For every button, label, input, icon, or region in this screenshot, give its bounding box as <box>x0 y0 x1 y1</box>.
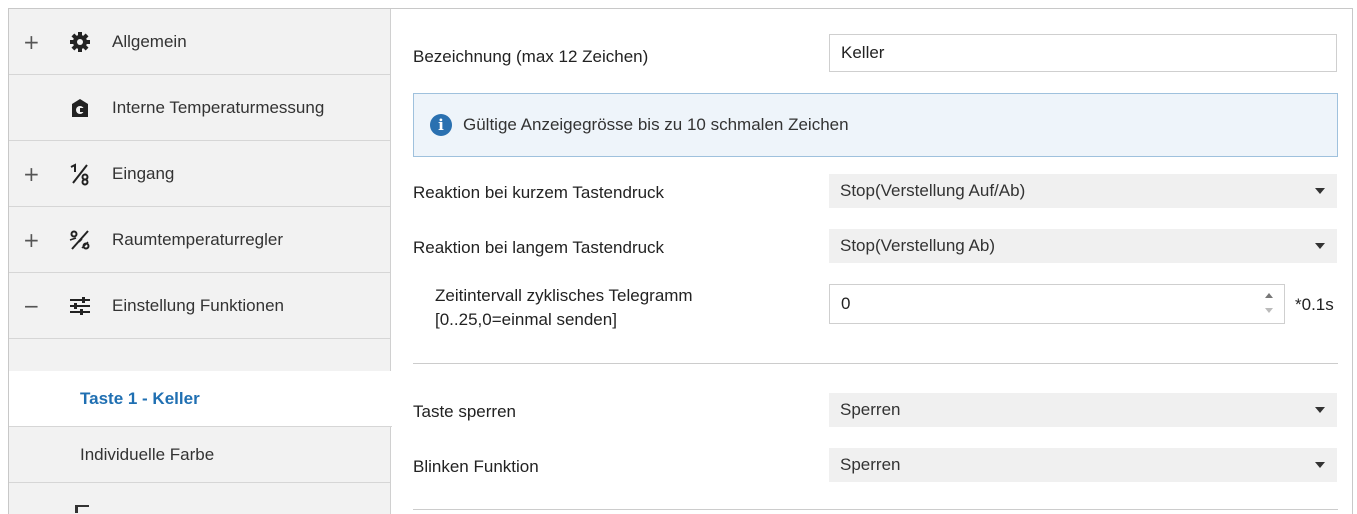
divider <box>413 363 1338 364</box>
sidebar-item-interne-temperaturmessung[interactable]: Interne Temperaturmessung <box>9 75 390 141</box>
input-percent-icon <box>67 161 93 187</box>
collapse-icon[interactable]: − <box>23 296 40 316</box>
sidebar-item-eingang[interactable]: + Eingang <box>9 141 390 207</box>
sidebar-subitem-taste-1-keller[interactable]: Taste 1 - Keller <box>9 371 392 427</box>
sidebar: + Allgemein Interne Temperaturmessung + … <box>9 9 392 514</box>
blink-value: Sperren <box>840 455 901 474</box>
chevron-down-icon <box>1315 407 1325 413</box>
short-press-value: Stop(Verstellung Auf/Ab) <box>840 181 1026 200</box>
arrow-down-icon[interactable] <box>1265 308 1273 313</box>
interval-label: Zeitintervall zyklisches Telegramm [0..2… <box>435 284 815 332</box>
sidebar-item-label: Eingang <box>112 163 175 183</box>
sidebar-item-label: Einstellung Funktionen <box>112 295 285 315</box>
expand-icon[interactable]: + <box>23 164 40 184</box>
sidebar-item-label: Interne Temperaturmessung <box>112 97 325 117</box>
folder-icon <box>75 505 89 513</box>
interval-stepper[interactable]: 0 <box>829 284 1285 324</box>
info-text: Gültige Anzeigegrösse bis zu 10 schmalen… <box>463 115 849 134</box>
sidebar-item-partial[interactable] <box>9 485 390 514</box>
interval-label-line1: Zeitintervall zyklisches Telegramm <box>435 286 693 305</box>
blink-select[interactable]: Sperren <box>829 448 1337 482</box>
interval-label-line2: [0..25,0=einmal senden] <box>435 310 617 329</box>
thermometer-box-icon <box>67 95 93 121</box>
sidebar-subitem-label: Taste 1 - Keller <box>80 388 200 408</box>
parameter-panel: Bezeichnung (max 12 Zeichen) Keller i Gü… <box>391 9 1352 514</box>
lock-label: Taste sperren <box>413 402 516 421</box>
lock-select[interactable]: Sperren <box>829 393 1337 427</box>
sidebar-subitem-label: Individuelle Farbe <box>80 444 215 464</box>
short-press-label: Reaktion bei kurzem Tastendruck <box>413 183 665 202</box>
info-message: i Gültige Anzeigegrösse bis zu 10 schmal… <box>413 93 1338 157</box>
expand-icon[interactable]: + <box>23 32 40 52</box>
long-press-select[interactable]: Stop(Verstellung Ab) <box>829 229 1337 263</box>
long-press-label: Reaktion bei langem Tastendruck <box>413 238 665 257</box>
stepper-arrows-icon[interactable] <box>1264 293 1274 315</box>
name-label: Bezeichnung (max 12 Zeichen) <box>413 47 649 66</box>
blink-label: Blinken Funktion <box>413 457 539 476</box>
name-input[interactable]: Keller <box>829 34 1337 72</box>
gear-icon <box>67 29 93 55</box>
app-window: + Allgemein Interne Temperaturmessung + … <box>8 8 1353 514</box>
lock-value: Sperren <box>840 400 901 419</box>
sidebar-item-raumtemperaturregler[interactable]: + Raumtemperaturregler <box>9 207 390 273</box>
expand-icon[interactable]: + <box>23 230 40 250</box>
short-press-select[interactable]: Stop(Verstellung Auf/Ab) <box>829 174 1337 208</box>
sliders-icon <box>67 293 93 319</box>
sidebar-item-label: Raumtemperaturregler <box>112 229 284 249</box>
room-controller-icon <box>67 227 93 253</box>
arrow-up-icon[interactable] <box>1265 293 1273 298</box>
interval-unit: *0.1s <box>1295 295 1334 314</box>
sidebar-item-allgemein[interactable]: + Allgemein <box>9 9 390 75</box>
long-press-value: Stop(Verstellung Ab) <box>840 236 995 255</box>
divider <box>413 509 1338 510</box>
sidebar-subitem-individuelle-farbe[interactable]: Individuelle Farbe <box>9 427 390 483</box>
chevron-down-icon <box>1315 462 1325 468</box>
sidebar-item-einstellung-funktionen[interactable]: − Einstellung Funktionen <box>9 273 390 339</box>
interval-value: 0 <box>841 294 851 313</box>
info-icon: i <box>430 114 452 136</box>
chevron-down-icon <box>1315 188 1325 194</box>
chevron-down-icon <box>1315 243 1325 249</box>
sidebar-item-label: Allgemein <box>112 31 187 51</box>
